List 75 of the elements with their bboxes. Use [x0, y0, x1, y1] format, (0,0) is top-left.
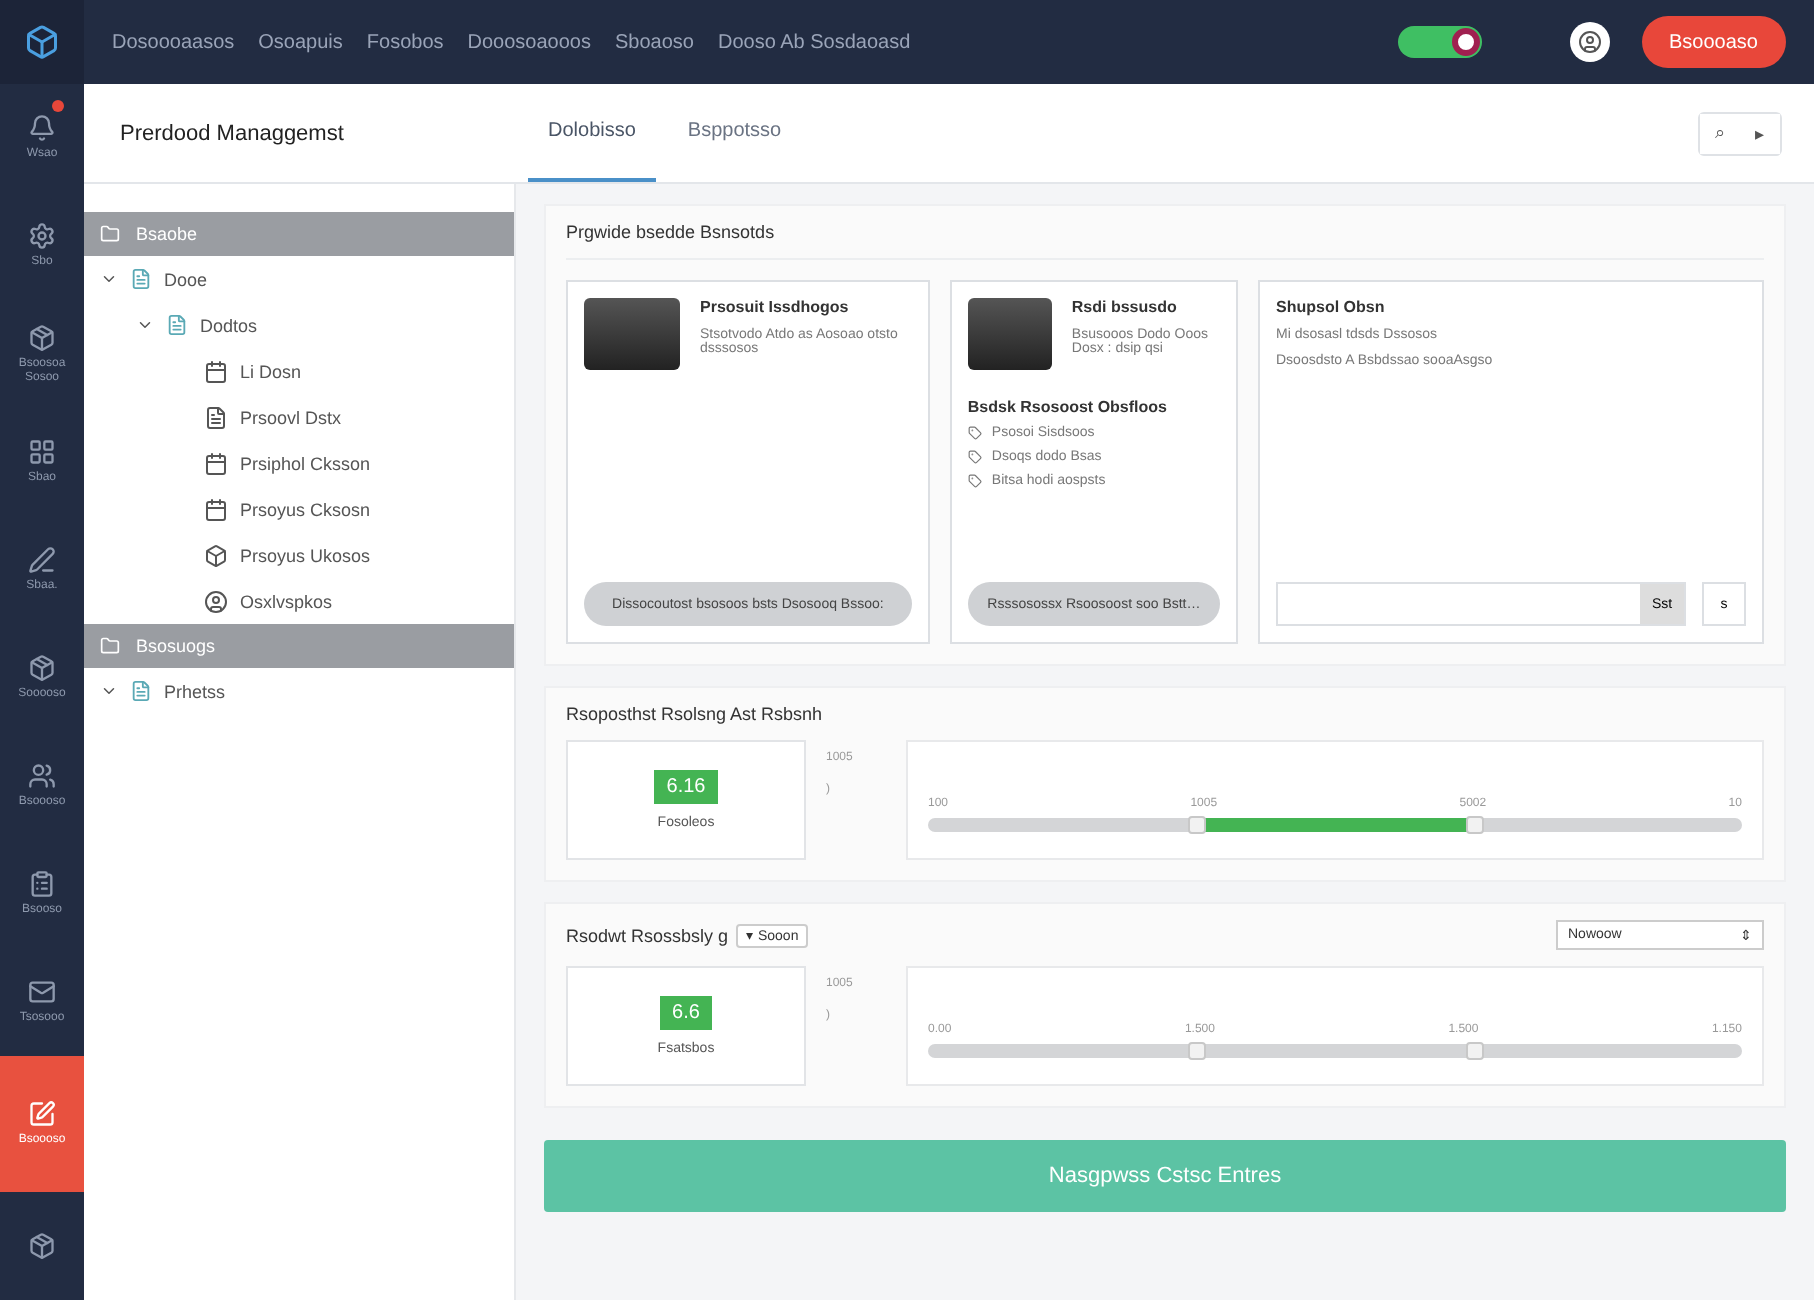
- metric-value: 6.16: [654, 770, 718, 804]
- tree-node[interactable]: Dodtos: [84, 302, 514, 348]
- tree-leaf[interactable]: Prsoyus Ukosos: [84, 532, 514, 578]
- group-label: Bsosuogs: [136, 636, 216, 656]
- tree-leaf[interactable]: Li Dosn: [84, 348, 514, 394]
- tab[interactable]: Bsppotsso: [667, 84, 802, 182]
- section-title: Rsodwt Rsossbsly g: [566, 925, 729, 945]
- node-label: Dodtos: [200, 315, 258, 335]
- node-label: Dooe: [164, 269, 208, 289]
- section-title: Prgwide bsedde Bsnsotds: [566, 222, 775, 242]
- package-icon: [28, 654, 56, 683]
- bell-icon: [28, 114, 56, 143]
- tree-leaf[interactable]: Prsoovl Dstx: [84, 394, 514, 440]
- tree-leaf[interactable]: Prsoyus Cksosn: [84, 486, 514, 532]
- group-label: Bsaobe: [136, 224, 198, 244]
- folder-icon: [100, 224, 120, 244]
- item-icon: [204, 589, 228, 613]
- pen-icon: [28, 546, 56, 575]
- document-icon: [130, 680, 152, 702]
- tag-icon: [967, 450, 982, 464]
- users-icon: [28, 762, 56, 791]
- avatar-icon[interactable]: [1569, 22, 1610, 62]
- breadcrumb-link[interactable]: Dooso Ab Sosdaoasd: [717, 31, 911, 53]
- item-icon: [204, 359, 228, 383]
- breadcrumb-link[interactable]: Dooosoaooos: [467, 31, 591, 53]
- tree-leaf[interactable]: Prsiphol Cksson: [84, 440, 514, 486]
- product-title: Rsdi bssusdo: [1071, 298, 1179, 316]
- slider-thumb[interactable]: [1188, 816, 1207, 834]
- mail-icon: [28, 978, 56, 1007]
- item-icon: [204, 451, 228, 475]
- chevron-icon: [136, 316, 154, 334]
- card-subtitle: Bsdsk Rsosoost Obsfloos: [967, 398, 1169, 416]
- item-icon: [204, 497, 228, 521]
- item-icon: [204, 543, 228, 567]
- folder-icon: [100, 636, 120, 656]
- node-label: Prhetss: [164, 681, 226, 701]
- leaf-label: Prsoyus Cksosn: [240, 499, 371, 519]
- leaf-label: Li Dosn: [240, 361, 302, 381]
- clipboard-icon: [28, 870, 56, 899]
- chevron-icon: [100, 682, 118, 700]
- tree-node[interactable]: Prhetss: [84, 668, 514, 714]
- product-title: Prsosuit Issdhogos: [700, 298, 851, 316]
- item-icon: [204, 405, 228, 429]
- slider-thumb[interactable]: [1188, 1042, 1207, 1060]
- leaf-label: Osxlvspkos: [240, 591, 333, 611]
- breadcrumb-link[interactable]: Osoapuis: [258, 31, 343, 53]
- document-icon: [130, 268, 152, 290]
- chevron-icon: [100, 270, 118, 288]
- photo-placeholder: [584, 298, 680, 370]
- tag-icon: [967, 474, 982, 488]
- tree-leaf[interactable]: Osxlvspkos: [84, 578, 514, 624]
- tree-node[interactable]: Dooe: [84, 256, 514, 302]
- package-icon: [28, 323, 56, 352]
- breadcrumb-link[interactable]: Sboaoso: [614, 31, 694, 53]
- document-icon: [166, 314, 188, 336]
- page-title: Prerdood Managgemst: [118, 119, 346, 149]
- section-title: Rsoposthst Rsolsng Ast Rsbsnh: [566, 704, 823, 724]
- leaf-label: Prsoyus Ukosos: [240, 545, 371, 565]
- tab[interactable]: Dolobisso: [528, 84, 656, 182]
- note-title: Shupsol Obsn: [1276, 298, 1387, 316]
- grid-icon: [28, 438, 56, 467]
- leaf-label: Prsoovl Dstx: [240, 407, 342, 427]
- package-icon: [28, 1232, 56, 1260]
- leaf-label: Prsiphol Cksson: [240, 453, 371, 473]
- slider-thumb[interactable]: [1465, 1042, 1484, 1060]
- gear-icon: [28, 222, 56, 251]
- breadcrumb-link[interactable]: Dosoooaasos: [112, 31, 235, 53]
- metric-value: 6.6: [660, 996, 712, 1030]
- toggle-switch[interactable]: [1397, 26, 1482, 58]
- breadcrumb-link[interactable]: Fosobos: [366, 31, 444, 53]
- slider-thumb[interactable]: [1465, 816, 1484, 834]
- photo-placeholder: [967, 298, 1052, 370]
- edit-icon: [28, 1100, 56, 1129]
- tag-icon: [967, 426, 982, 440]
- action-button[interactable]: Bsoooaso: [1641, 16, 1786, 68]
